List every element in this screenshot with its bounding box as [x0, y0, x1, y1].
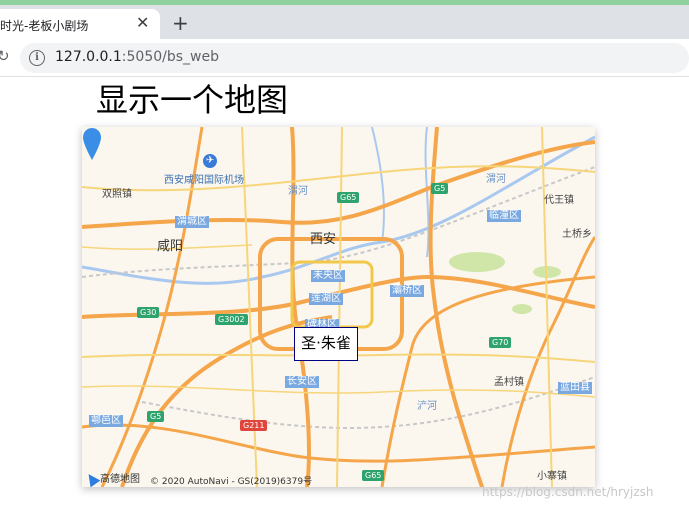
- label-daiwang: 代王镇: [544, 195, 574, 206]
- amap-logo-icon: [83, 470, 101, 487]
- reload-icon[interactable]: ↻: [0, 47, 10, 65]
- page-title: 显示一个地图: [96, 81, 289, 119]
- address-bar[interactable]: i 127.0.0.1:5050/bs_web: [20, 43, 689, 73]
- label-changan: 长安区: [285, 376, 319, 388]
- label-baqiao: 灞桥区: [390, 285, 424, 297]
- shield-g3002: G3002: [215, 314, 248, 325]
- map-container[interactable]: ✈ 西安咸阳国际机场 双照镇 渭城区 咸阳 西安 未央区 莲湖区 碑林区 灞桥区…: [82, 127, 595, 487]
- shield-g211: G211: [240, 420, 268, 431]
- browser-toolbar: ↻ i 127.0.0.1:5050/bs_web: [0, 39, 689, 77]
- watermark: https://blog.csdn.net/hryjzsh: [482, 485, 654, 499]
- airplane-icon: ✈: [203, 154, 217, 168]
- label-weicheng: 渭城区: [175, 216, 209, 228]
- label-lianhu: 莲湖区: [309, 293, 343, 305]
- map-copyright: © 2020 AutoNavi - GS(2019)6379号: [150, 477, 313, 487]
- shield-g65b: G65: [362, 470, 385, 481]
- label-weihe-2: 渭河: [486, 174, 506, 185]
- url-text[interactable]: 127.0.0.1:5050/bs_web: [55, 49, 219, 65]
- shield-g65a: G65: [337, 192, 360, 203]
- label-airport: 西安咸阳国际机场: [164, 175, 244, 186]
- label-huyi: 鄠邑区: [89, 415, 123, 427]
- label-chanhe: 浐河: [417, 401, 437, 412]
- shield-g5b: G5: [147, 411, 165, 422]
- label-xian: 西安: [310, 232, 337, 247]
- browser-tab[interactable]: 时光-老板小剧场 ✕: [0, 9, 160, 39]
- label-shuangzhao: 双照镇: [102, 189, 132, 200]
- label-weiyang: 未央区: [311, 270, 345, 282]
- label-lantian: 蓝田县: [558, 382, 592, 394]
- map-logo: 高德地图: [83, 470, 140, 487]
- map-roads: [82, 127, 595, 487]
- tab-title: 时光-老板小剧场: [0, 19, 89, 33]
- label-weihe-1: 渭河: [288, 186, 308, 197]
- label-tuqiao: 土桥乡: [562, 229, 592, 240]
- label-xiaozhai: 小寨镇: [537, 471, 567, 482]
- shield-g5a: G5: [431, 183, 449, 194]
- label-maocun: 孟村镇: [494, 377, 524, 388]
- close-icon[interactable]: ✕: [136, 13, 149, 32]
- tab-strip: 时光-老板小剧场 ✕ +: [0, 5, 689, 39]
- logo-text: 高德地图: [100, 474, 140, 485]
- shield-g70: G70: [489, 337, 512, 348]
- label-lintong: 临潼区: [487, 210, 521, 222]
- label-xianyang: 咸阳: [157, 239, 184, 254]
- marker-info-window[interactable]: 圣·朱雀: [294, 327, 358, 361]
- shield-g30: G30: [137, 307, 160, 318]
- info-icon[interactable]: i: [29, 50, 45, 66]
- url-host: 127.0.0.1: [55, 49, 122, 65]
- new-tab-icon[interactable]: +: [172, 11, 189, 35]
- location-pin-icon[interactable]: [82, 127, 102, 161]
- url-path: :5050/bs_web: [121, 49, 219, 65]
